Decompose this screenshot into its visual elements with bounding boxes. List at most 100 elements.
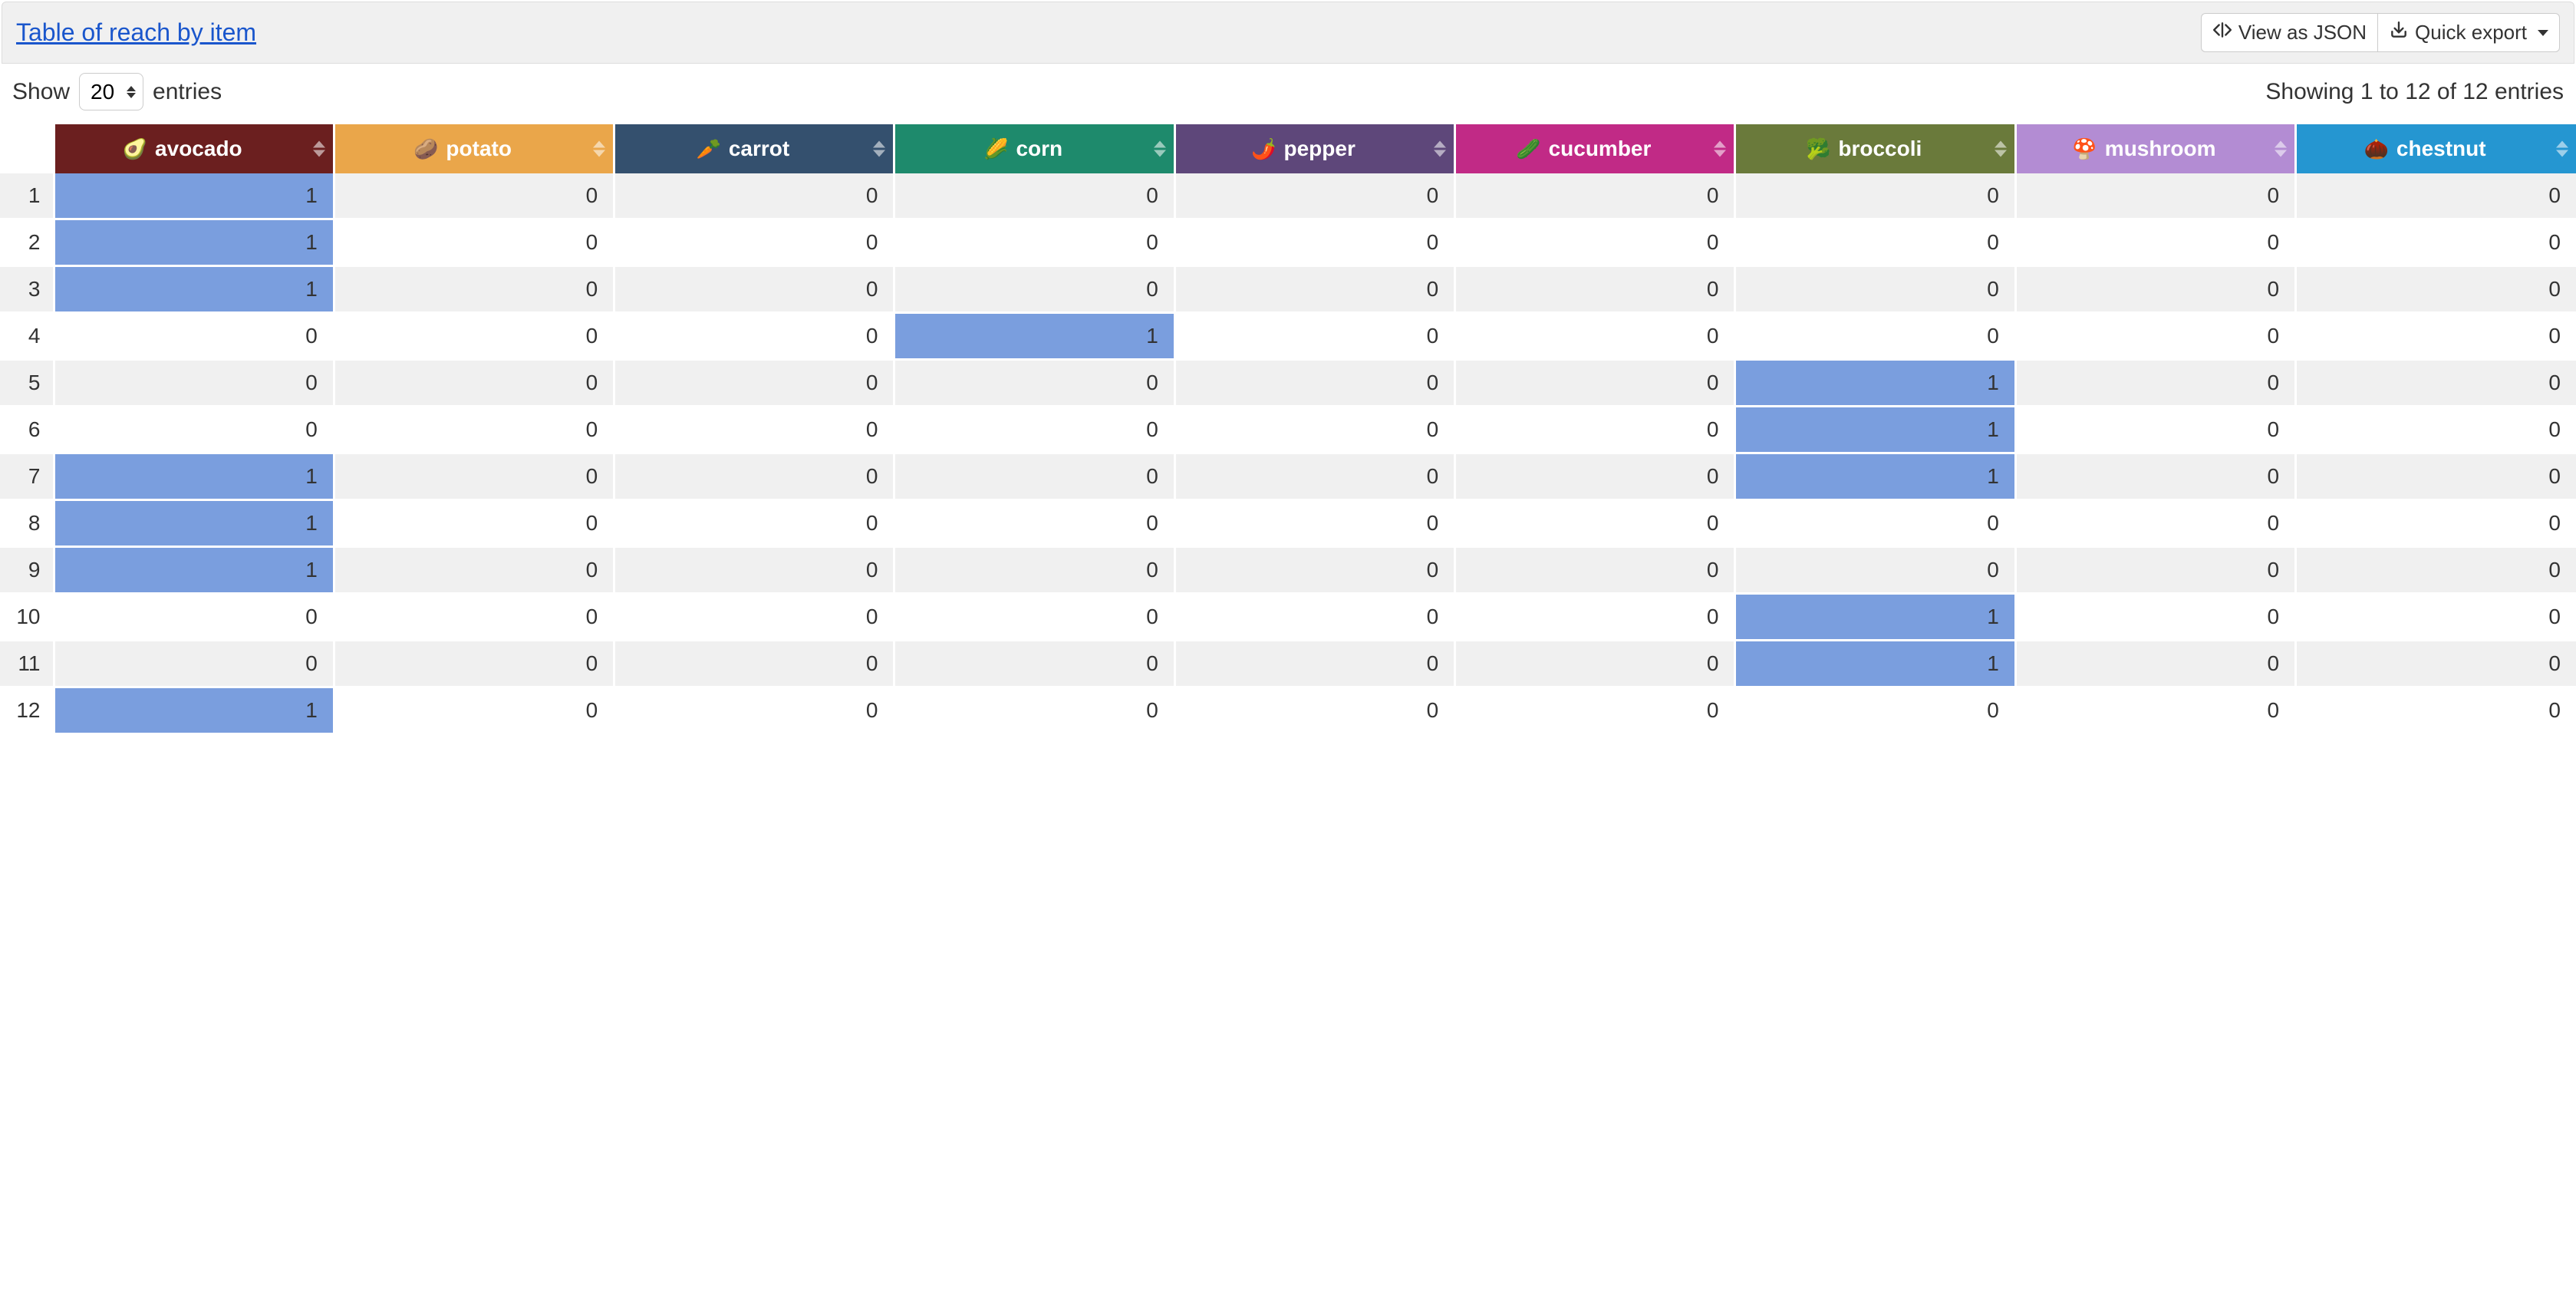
column-header-mushroom[interactable]: 🍄mushroom — [2015, 124, 2295, 173]
avocado-icon: 🥑 — [123, 137, 147, 161]
cell-broccoli: 0 — [1735, 500, 2015, 547]
cell-corn: 0 — [894, 500, 1174, 547]
page-size-select[interactable]: 20 — [79, 73, 143, 110]
cucumber-icon: 🥒 — [1516, 137, 1540, 161]
cell-potato: 0 — [334, 641, 614, 687]
column-header-potato[interactable]: 🥔 potato — [334, 124, 614, 173]
view-json-label: View as JSON — [2238, 21, 2367, 44]
column-label: potato — [446, 137, 512, 161]
cell-cucumber: 0 — [1455, 407, 1735, 453]
potato-icon: 🥔 — [413, 137, 438, 161]
column-header-pepper[interactable]: 🌶️pepper — [1174, 124, 1454, 173]
sort-icon — [2275, 141, 2287, 157]
column-label: cucumber — [1549, 137, 1652, 161]
column-header-cucumber[interactable]: 🥒 cucumber — [1455, 124, 1735, 173]
cell-cucumber: 0 — [1455, 500, 1735, 547]
table-row: 10000000100 — [0, 594, 2576, 641]
cell-corn: 0 — [894, 547, 1174, 594]
cell-chestnut: 0 — [2296, 594, 2576, 641]
column-label: broccoli — [1838, 137, 1922, 161]
cell-avocado: 1 — [54, 687, 334, 734]
row-number: 1 — [0, 173, 54, 219]
column-header-chestnut[interactable]: 🌰 chestnut — [2296, 124, 2576, 173]
cell-broccoli: 0 — [1735, 313, 2015, 360]
cell-broccoli: 1 — [1735, 407, 2015, 453]
cell-mushroom: 0 — [2015, 313, 2295, 360]
cell-broccoli: 1 — [1735, 360, 2015, 407]
cell-mushroom: 0 — [2015, 453, 2295, 500]
column-label: corn — [1016, 137, 1062, 161]
table-body: 1100000000210000000031000000004000100000… — [0, 173, 2576, 734]
column-header-broccoli[interactable]: 🥦broccoli — [1735, 124, 2015, 173]
cell-potato: 0 — [334, 173, 614, 219]
cell-avocado: 0 — [54, 360, 334, 407]
cell-pepper: 0 — [1174, 360, 1454, 407]
column-header-corn[interactable]: 🌽 corn — [894, 124, 1174, 173]
row-number: 8 — [0, 500, 54, 547]
cell-corn: 0 — [894, 687, 1174, 734]
panel-title-link[interactable]: Table of reach by item — [16, 18, 256, 47]
panel-actions: View as JSON Quick export — [2201, 13, 2560, 52]
cell-pepper: 0 — [1174, 219, 1454, 266]
cell-carrot: 0 — [614, 407, 894, 453]
row-number: 12 — [0, 687, 54, 734]
quick-export-button[interactable]: Quick export — [2377, 13, 2560, 52]
cell-avocado: 1 — [54, 266, 334, 313]
cell-pepper: 0 — [1174, 453, 1454, 500]
mushroom-icon: 🍄 — [2072, 137, 2097, 161]
view-json-button[interactable]: View as JSON — [2201, 13, 2377, 52]
cell-chestnut: 0 — [2296, 407, 2576, 453]
sort-icon — [873, 141, 885, 157]
row-number: 2 — [0, 219, 54, 266]
cell-potato: 0 — [334, 219, 614, 266]
cell-potato: 0 — [334, 313, 614, 360]
row-number: 5 — [0, 360, 54, 407]
cell-avocado: 1 — [54, 547, 334, 594]
cell-carrot: 0 — [614, 453, 894, 500]
cell-carrot: 0 — [614, 360, 894, 407]
cell-potato: 0 — [334, 453, 614, 500]
row-number: 6 — [0, 407, 54, 453]
cell-chestnut: 0 — [2296, 641, 2576, 687]
cell-carrot: 0 — [614, 313, 894, 360]
sort-icon — [1154, 141, 1166, 157]
table-controls: Show 20 entries Showing 1 to 12 of 12 en… — [0, 73, 2576, 124]
table-row: 8100000000 — [0, 500, 2576, 547]
cell-potato: 0 — [334, 594, 614, 641]
cell-mushroom: 0 — [2015, 266, 2295, 313]
column-header-carrot[interactable]: 🥕carrot — [614, 124, 894, 173]
cell-pepper: 0 — [1174, 547, 1454, 594]
column-header-avocado[interactable]: 🥑avocado — [54, 124, 334, 173]
cell-avocado: 1 — [54, 453, 334, 500]
cell-potato: 0 — [334, 266, 614, 313]
cell-chestnut: 0 — [2296, 313, 2576, 360]
column-label: chestnut — [2396, 137, 2486, 161]
cell-pepper: 0 — [1174, 173, 1454, 219]
cell-chestnut: 0 — [2296, 219, 2576, 266]
cell-corn: 0 — [894, 219, 1174, 266]
chestnut-icon: 🌰 — [2364, 137, 2389, 161]
cell-chestnut: 0 — [2296, 687, 2576, 734]
table-head: 🥑avocado 🥔 potato 🥕carrot 🌽 corn 🌶️pepper 🥒 cucu… — [0, 124, 2576, 173]
table-row: 2100000000 — [0, 219, 2576, 266]
cell-cucumber: 0 — [1455, 594, 1735, 641]
cell-mushroom: 0 — [2015, 500, 2295, 547]
corn-icon: 🌽 — [983, 137, 1008, 161]
sort-icon — [1995, 141, 2007, 157]
table-row: 11000000100 — [0, 641, 2576, 687]
cell-mushroom: 0 — [2015, 173, 2295, 219]
column-label: pepper — [1283, 137, 1355, 161]
cell-pepper: 0 — [1174, 641, 1454, 687]
sort-icon — [1434, 141, 1446, 157]
table-row: 5000000100 — [0, 360, 2576, 407]
cell-pepper: 0 — [1174, 313, 1454, 360]
cell-cucumber: 0 — [1455, 313, 1735, 360]
cell-chestnut: 0 — [2296, 453, 2576, 500]
cell-carrot: 0 — [614, 641, 894, 687]
cell-broccoli: 0 — [1735, 687, 2015, 734]
cell-cucumber: 0 — [1455, 641, 1735, 687]
cell-mushroom: 0 — [2015, 594, 2295, 641]
caret-down-icon — [2538, 30, 2548, 36]
cell-avocado: 0 — [54, 407, 334, 453]
cell-carrot: 0 — [614, 219, 894, 266]
